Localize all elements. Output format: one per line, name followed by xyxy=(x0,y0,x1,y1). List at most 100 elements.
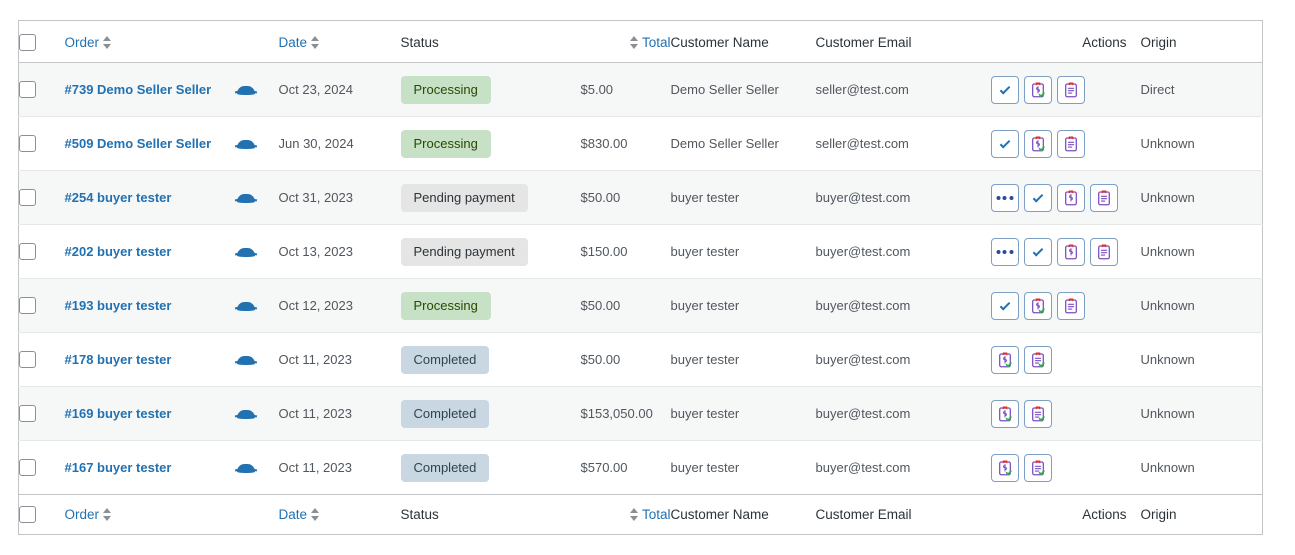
sort-order-link-footer[interactable]: Order xyxy=(65,507,100,522)
refund-receipt-button[interactable] xyxy=(990,399,1019,428)
sort-arrows-icon[interactable] xyxy=(629,35,639,49)
status-cell: Completed xyxy=(400,386,581,441)
footer-select-all-cell xyxy=(18,494,65,535)
invoice-document-button[interactable] xyxy=(1056,75,1085,104)
customer-name-cell: buyer tester xyxy=(670,386,816,441)
total-cell: $150.00 xyxy=(580,224,671,279)
table-row: #254 buyer tester Oct 31, 2023 Pending pay… xyxy=(18,170,1263,225)
select-all-checkbox-footer[interactable] xyxy=(19,506,36,523)
eye-icon[interactable] xyxy=(234,137,257,151)
invoice-document-button[interactable] xyxy=(1023,399,1052,428)
table-row: #739 Demo Seller Seller Oct 23, 2024 Proce… xyxy=(18,62,1263,117)
eye-icon[interactable] xyxy=(234,83,257,97)
invoice-document-button[interactable] xyxy=(1023,345,1052,374)
refund-receipt-button[interactable] xyxy=(990,453,1019,482)
refund-receipt-button[interactable] xyxy=(1023,129,1052,158)
row-select-cell xyxy=(18,278,65,333)
receipt-check-icon xyxy=(1031,135,1045,151)
date-cell: Oct 31, 2023 xyxy=(278,170,401,225)
table-row: #167 buyer tester Oct 11, 2023 Completed $5… xyxy=(18,440,1263,495)
customer-name-cell: buyer tester xyxy=(670,278,816,333)
sort-arrows-icon[interactable] xyxy=(311,508,320,521)
order-link[interactable]: #193 buyer tester xyxy=(65,298,172,313)
row-checkbox[interactable] xyxy=(19,81,36,99)
invoice-document-button[interactable] xyxy=(1056,291,1085,320)
date-cell: Oct 11, 2023 xyxy=(278,386,401,441)
order-link[interactable]: #169 buyer tester xyxy=(65,406,172,421)
eye-icon[interactable] xyxy=(234,461,257,475)
row-checkbox[interactable] xyxy=(19,459,36,477)
order-cell: #202 buyer tester xyxy=(64,224,237,279)
sort-total-link[interactable]: Total xyxy=(642,35,671,50)
order-cell: #739 Demo Seller Seller xyxy=(64,62,237,117)
status-cell: Pending payment xyxy=(400,224,581,279)
header-status-label: Status xyxy=(400,34,439,50)
invoice-document-button[interactable] xyxy=(1089,183,1118,212)
date-cell: Oct 23, 2024 xyxy=(278,62,401,117)
sort-order-link[interactable]: Order xyxy=(65,35,100,50)
invoice-document-button[interactable] xyxy=(1023,453,1052,482)
status-badge: Processing xyxy=(400,75,491,104)
invoice-document-button[interactable] xyxy=(1056,129,1085,158)
more-actions-button[interactable] xyxy=(990,237,1019,266)
more-actions-button[interactable] xyxy=(990,183,1019,212)
date-cell: Oct 11, 2023 xyxy=(278,440,401,495)
document-icon xyxy=(1064,135,1077,151)
mark-complete-button[interactable] xyxy=(990,75,1019,104)
total-cell: $50.00 xyxy=(580,170,671,225)
table-footer-row: Order Date Status Total Customer Name Cu… xyxy=(18,494,1263,535)
sort-arrows-icon[interactable] xyxy=(103,508,112,521)
table-body: #739 Demo Seller Seller Oct 23, 2024 Proce… xyxy=(18,62,1263,495)
row-checkbox[interactable] xyxy=(19,135,36,153)
customer-name-cell: buyer tester xyxy=(670,332,816,387)
eye-icon[interactable] xyxy=(234,407,257,421)
refund-receipt-button[interactable] xyxy=(990,345,1019,374)
footer-order: Order xyxy=(64,494,237,535)
eye-icon[interactable] xyxy=(234,245,257,259)
receipt-check-icon xyxy=(1031,297,1045,313)
status-badge: Pending payment xyxy=(400,237,528,266)
row-checkbox[interactable] xyxy=(19,351,36,369)
total-cell: $50.00 xyxy=(580,332,671,387)
sort-arrows-icon[interactable] xyxy=(311,35,320,49)
row-checkbox[interactable] xyxy=(19,243,36,261)
sort-total-link-footer[interactable]: Total xyxy=(642,507,671,522)
refund-receipt-button[interactable] xyxy=(1023,291,1052,320)
table-foot: Order Date Status Total Customer Name Cu… xyxy=(18,494,1263,535)
refund-receipt-button[interactable] xyxy=(1023,75,1052,104)
row-checkbox[interactable] xyxy=(19,405,36,423)
eye-icon[interactable] xyxy=(234,353,257,367)
receipt-icon xyxy=(1064,243,1077,259)
total-cell: $153,050.00 xyxy=(580,386,671,441)
mark-complete-button[interactable] xyxy=(990,129,1019,158)
customer-name-cell: buyer tester xyxy=(670,440,816,495)
mark-complete-button[interactable] xyxy=(990,291,1019,320)
preview-cell xyxy=(234,116,279,171)
mark-complete-button[interactable] xyxy=(1023,237,1052,266)
preview-cell xyxy=(234,332,279,387)
row-checkbox[interactable] xyxy=(19,189,36,207)
eye-icon[interactable] xyxy=(234,299,257,313)
order-link[interactable]: #739 Demo Seller Seller xyxy=(65,82,212,97)
mark-complete-button[interactable] xyxy=(1023,183,1052,212)
order-cell: #167 buyer tester xyxy=(64,440,237,495)
sort-date-link-footer[interactable]: Date xyxy=(279,507,308,522)
select-all-checkbox-header[interactable] xyxy=(19,33,36,51)
status-cell: Processing xyxy=(400,62,581,117)
order-link[interactable]: #509 Demo Seller Seller xyxy=(65,136,212,151)
order-link[interactable]: #254 buyer tester xyxy=(65,190,172,205)
refund-receipt-button[interactable] xyxy=(1056,183,1085,212)
sort-arrows-icon[interactable] xyxy=(629,508,639,521)
order-link[interactable]: #202 buyer tester xyxy=(65,244,172,259)
order-link[interactable]: #178 buyer tester xyxy=(65,352,172,367)
order-link[interactable]: #167 buyer tester xyxy=(65,460,172,475)
eye-icon[interactable] xyxy=(234,191,257,205)
sort-arrows-icon[interactable] xyxy=(103,35,112,49)
status-badge: Completed xyxy=(400,345,490,374)
row-checkbox[interactable] xyxy=(19,297,36,315)
invoice-document-button[interactable] xyxy=(1089,237,1118,266)
receipt-check-icon xyxy=(998,459,1012,475)
refund-receipt-button[interactable] xyxy=(1056,237,1085,266)
sort-date-link[interactable]: Date xyxy=(279,35,308,50)
document-check-icon xyxy=(1031,405,1045,421)
